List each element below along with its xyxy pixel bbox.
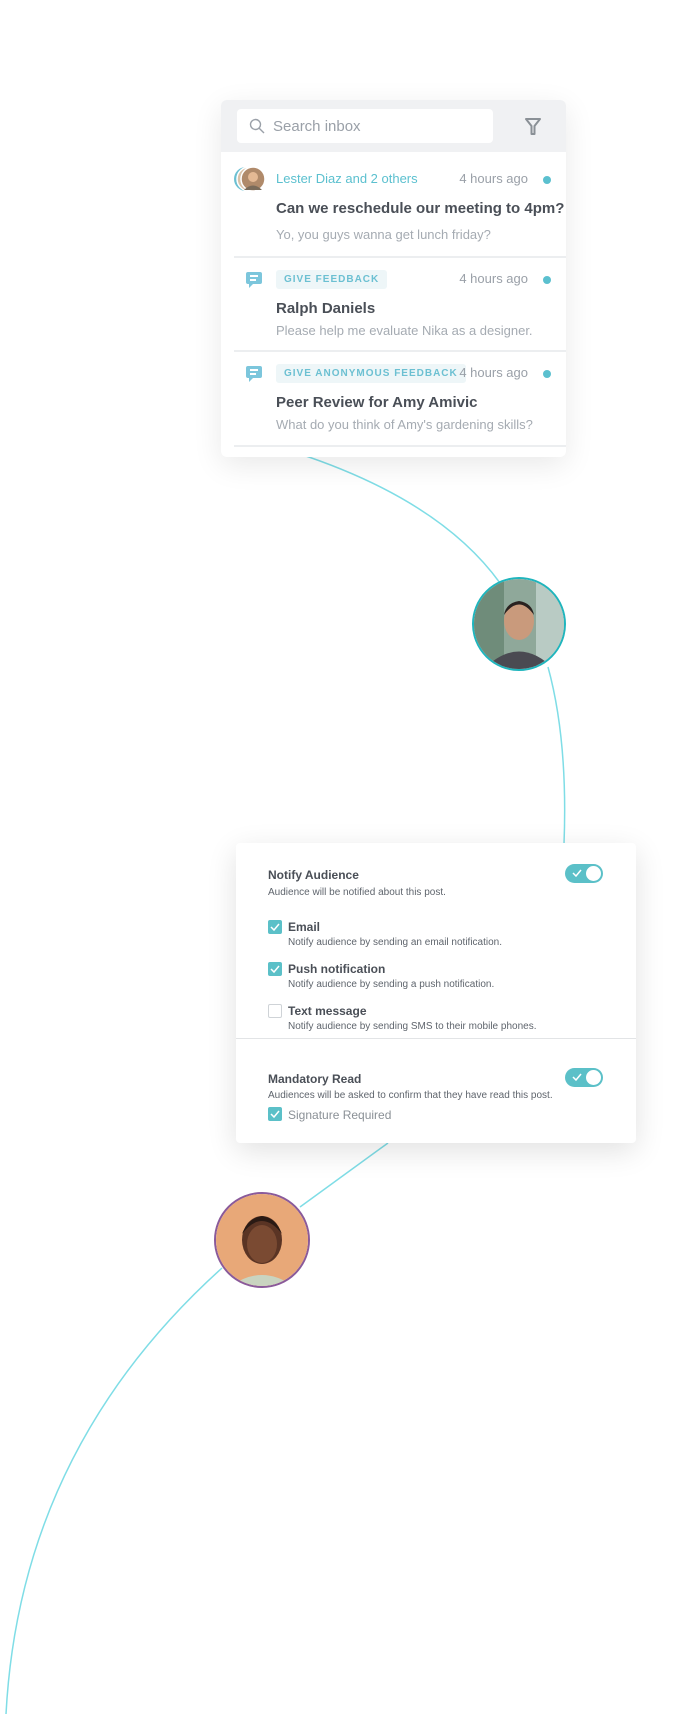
message-preview: Please help me evaluate Nika as a design… [276, 323, 533, 338]
notify-title: Notify Audience [268, 868, 359, 882]
message-title: Can we reschedule our meeting to 4pm? [276, 200, 565, 217]
notify-toggle[interactable] [565, 864, 603, 883]
sms-label: Text message [288, 1004, 367, 1018]
message-tag: GIVE FEEDBACK [276, 270, 388, 289]
check-icon [270, 965, 280, 974]
message-time: 4 hours ago [459, 271, 528, 286]
mandatory-subtitle: Audiences will be asked to confirm that … [268, 1090, 553, 1101]
push-label: Push notification [288, 962, 386, 976]
inbox-panel: Search inbox Lester Diaz and 2 others 4 … [221, 100, 566, 457]
group-avatar [234, 166, 266, 192]
message-tag: GIVE ANONYMOUS FEEDBACK [276, 364, 466, 383]
push-desc: Notify audience by sending a push notifi… [288, 979, 495, 990]
divider [234, 445, 566, 447]
search-input[interactable]: Search inbox [237, 109, 493, 143]
message-title: Ralph Daniels [276, 300, 376, 317]
check-icon [572, 1073, 582, 1081]
message-preview: Yo, you guys wanna get lunch friday? [276, 227, 491, 242]
message-time: 4 hours ago [459, 365, 528, 380]
search-icon [249, 118, 265, 134]
message-row[interactable]: GIVE FEEDBACK 4 hours ago Ralph Daniels … [221, 258, 566, 352]
email-label: Email [288, 920, 321, 934]
search-placeholder: Search inbox [273, 117, 361, 135]
message-title: Peer Review for Amy Amivic [276, 394, 478, 411]
signature-checkbox[interactable] [268, 1107, 282, 1121]
message-sender: Lester Diaz and 2 others [276, 171, 418, 186]
chat-bubble-icon [246, 272, 262, 288]
sms-checkbox[interactable] [268, 1004, 282, 1018]
sms-desc: Notify audience by sending SMS to their … [288, 1021, 537, 1032]
message-row[interactable]: Lester Diaz and 2 others 4 hours ago Can… [221, 152, 566, 258]
notify-subtitle: Audience will be notified about this pos… [268, 887, 446, 898]
check-icon [572, 869, 582, 877]
unread-dot [543, 176, 551, 184]
chat-bubble-icon [246, 366, 262, 382]
signature-label: Signature Required [288, 1108, 392, 1122]
notification-settings-panel: Notify Audience Audience will be notifie… [236, 843, 636, 1143]
mandatory-title: Mandatory Read [268, 1072, 362, 1086]
man-avatar [472, 577, 566, 671]
email-desc: Notify audience by sending an email noti… [288, 937, 503, 948]
filter-icon[interactable] [521, 114, 545, 138]
message-time: 4 hours ago [459, 171, 528, 186]
unread-dot [543, 370, 551, 378]
unread-dot [543, 276, 551, 284]
push-checkbox[interactable] [268, 962, 282, 976]
check-icon [270, 1110, 280, 1119]
email-checkbox[interactable] [268, 920, 282, 934]
inbox-header: Search inbox [221, 100, 566, 152]
mandatory-toggle[interactable] [565, 1068, 603, 1087]
message-preview: What do you think of Amy's gardening ski… [276, 417, 533, 432]
woman-avatar [214, 1192, 310, 1288]
check-icon [270, 923, 280, 932]
message-row[interactable]: GIVE ANONYMOUS FEEDBACK 4 hours ago Peer… [221, 352, 566, 447]
divider [236, 1038, 636, 1039]
